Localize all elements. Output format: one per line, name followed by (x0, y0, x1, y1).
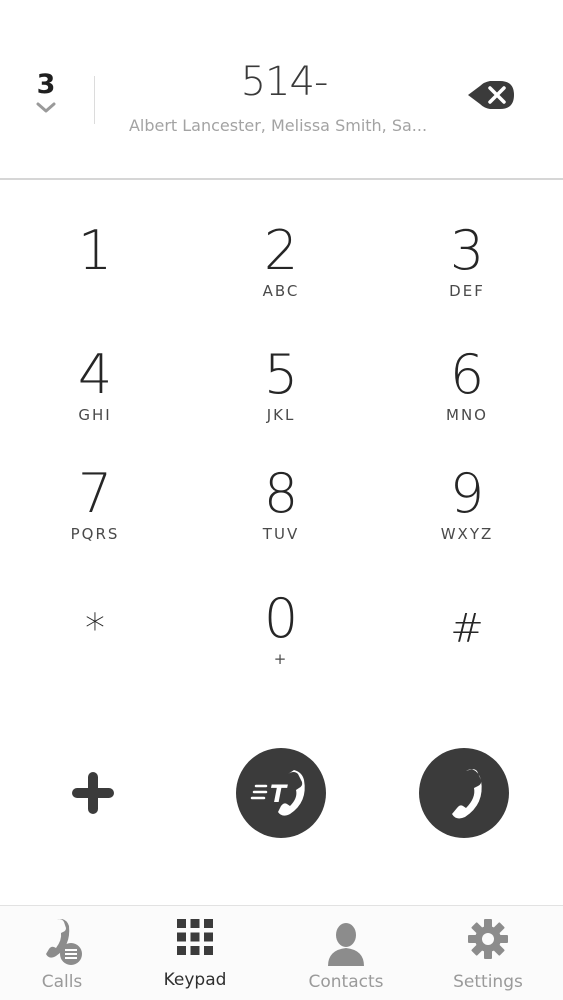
plus-icon[interactable] (66, 766, 120, 820)
key-letters: GHI (78, 406, 112, 424)
tab-label: Settings (453, 972, 523, 992)
key-7[interactable]: 7 PQRS (20, 465, 170, 575)
key-digit: 8 (263, 462, 299, 525)
key-4[interactable]: 4 GHI (20, 346, 170, 456)
dialer-screen: 3 514- Albert Lancester, Melissa Smith, … (0, 0, 563, 1000)
keypad-grid-icon (177, 919, 213, 955)
key-1[interactable]: 1 (20, 222, 170, 332)
key-digit: # (450, 606, 484, 652)
call-button[interactable] (419, 748, 509, 838)
contact-person-icon (328, 923, 364, 966)
key-8[interactable]: 8 TUV (206, 465, 356, 575)
key-5[interactable]: 5 JKL (206, 346, 356, 456)
key-digit: 0 (263, 587, 299, 650)
key-letters: WXYZ (440, 525, 494, 543)
tab-calls[interactable]: Calls (0, 906, 132, 1000)
phone-icon (452, 769, 482, 819)
matching-contacts[interactable]: Albert Lancester, Melissa Smith, Sa... (110, 116, 446, 135)
key-star[interactable]: * (20, 590, 170, 700)
backspace-icon[interactable] (466, 78, 516, 112)
match-count-toggle[interactable]: 3 (22, 68, 70, 116)
tab-settings[interactable]: Settings (418, 906, 558, 1000)
key-digit: 4 (77, 343, 113, 406)
tab-keypad[interactable]: Keypad (125, 906, 265, 1000)
key-letters: TUV (262, 525, 300, 543)
text-call-button[interactable]: T (236, 748, 326, 838)
key-letters: + (273, 650, 289, 668)
key-letters: PQRS (70, 525, 120, 543)
key-6[interactable]: 6 MNO (392, 346, 542, 456)
key-0[interactable]: 0 + (206, 590, 356, 700)
key-9[interactable]: 9 WXYZ (392, 465, 542, 575)
key-2[interactable]: 2 ABC (206, 222, 356, 332)
tab-label: Keypad (163, 970, 227, 990)
key-letters: JKL (266, 406, 296, 424)
tab-label: Calls (41, 972, 83, 992)
key-digit: 1 (77, 219, 113, 282)
tab-bar: Calls Keypad Contacts Settings (0, 905, 563, 1000)
key-letters: DEF (449, 282, 485, 300)
tab-contacts[interactable]: Contacts (276, 906, 416, 1000)
text-call-icon: T (250, 770, 305, 816)
key-digit: 9 (449, 462, 485, 525)
dialed-number: 514- (240, 59, 329, 105)
tab-label: Contacts (308, 972, 384, 992)
key-digit: 3 (449, 219, 485, 282)
key-digit: * (85, 606, 105, 652)
match-count: 3 (36, 69, 56, 100)
gear-icon (468, 919, 508, 959)
key-digit: 6 (449, 343, 485, 406)
key-digit: 2 (263, 219, 299, 282)
chevron-down-icon (36, 102, 56, 113)
key-3[interactable]: 3 DEF (392, 222, 542, 332)
dial-header: 3 514- Albert Lancester, Melissa Smith, … (0, 0, 563, 180)
key-digit: 5 (263, 343, 299, 406)
key-hash[interactable]: # (392, 590, 542, 700)
key-digit: 7 (77, 462, 113, 525)
header-divider (94, 76, 95, 124)
key-letters: MNO (446, 406, 488, 424)
key-letters: ABC (262, 282, 300, 300)
calls-icon (46, 919, 82, 965)
